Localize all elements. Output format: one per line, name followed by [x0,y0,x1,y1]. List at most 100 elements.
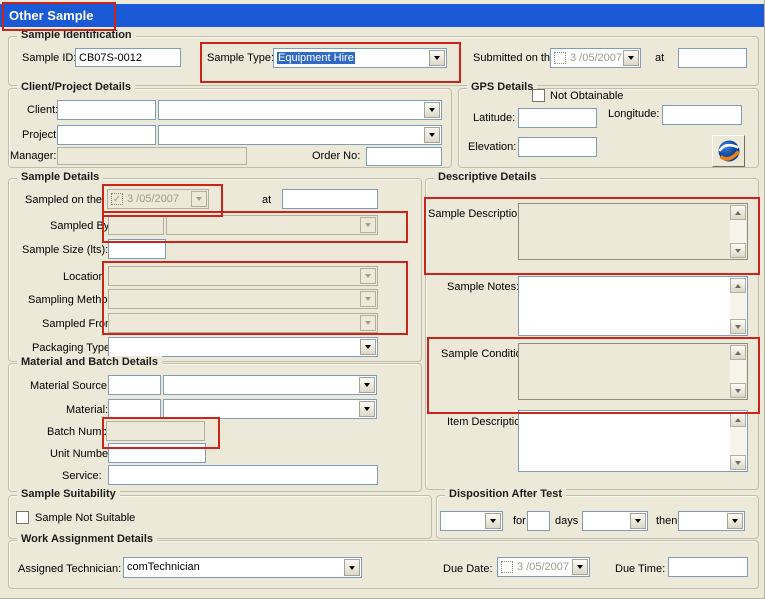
assigned-technician-dropdown[interactable]: comTechnician [123,557,362,578]
latitude-label: Latitude: [473,112,515,124]
unit-number-input[interactable] [108,443,206,463]
sample-condition-textarea [518,343,748,400]
order-no-input[interactable] [366,147,442,166]
elevation-label: Elevation: [468,141,516,153]
submitted-date-picker[interactable]: 3 /05/2007 [550,48,641,68]
material-code-input[interactable] [108,399,161,419]
sample-size-input[interactable] [108,239,166,259]
unit-number-label: Unit Number: [50,448,115,460]
material-dropdown[interactable] [163,399,377,419]
chevron-down-icon[interactable] [344,559,360,576]
sampled-on-date-value: 3 /05/2007 [127,193,179,205]
disposition-period-dropdown[interactable] [582,511,648,531]
longitude-label: Longitude: [608,108,659,120]
sample-not-suitable-label: Sample Not Suitable [35,512,135,524]
project-code-input[interactable] [57,125,156,145]
date-checkbox-icon[interactable] [501,561,513,573]
client-dropdown[interactable] [158,100,442,120]
chevron-down-icon[interactable] [630,513,646,529]
material-source-dropdown[interactable] [163,375,377,395]
scrollbar [730,205,746,258]
sample-id-label: Sample ID: [22,52,76,64]
scrollbar [730,345,746,398]
sample-id-input[interactable] [75,48,181,67]
scroll-down-icon[interactable] [730,319,746,334]
sample-notes-textarea[interactable] [518,276,748,336]
group-legend: Descriptive Details [434,171,540,183]
scroll-down-icon[interactable] [730,383,746,398]
sample-type-label: Sample Type: [207,52,274,64]
scroll-up-icon[interactable] [730,278,746,293]
order-no-label: Order No: [312,150,360,162]
client-code-input[interactable] [57,100,156,120]
chevron-down-icon [191,191,207,207]
disposition-days-label: days [555,515,578,527]
sampled-by-code-field [108,215,164,235]
disposition-action-dropdown[interactable] [440,511,503,531]
scroll-down-icon[interactable] [730,455,746,470]
service-label: Service: [62,470,102,482]
chevron-down-icon[interactable] [359,377,375,393]
chevron-down-icon[interactable] [727,513,743,529]
group-legend: Disposition After Test [445,488,566,500]
gps-locate-button[interactable] [712,135,745,167]
project-dropdown[interactable] [158,125,442,145]
chevron-down-icon[interactable] [424,127,440,143]
sampled-from-dropdown [108,313,378,333]
service-input[interactable] [108,465,378,485]
submitted-at-label: at [655,52,664,64]
packaging-type-dropdown[interactable] [108,337,378,357]
chevron-down-icon[interactable] [572,559,588,575]
elevation-input[interactable] [518,137,597,157]
location-label: Location [63,271,105,283]
chevron-down-icon[interactable] [429,50,445,66]
sample-size-label: Sample Size (lts): [22,244,108,256]
sampled-from-label: Sampled From [42,318,114,330]
sampled-by-dropdown [166,215,378,235]
disposition-then-label: then [656,515,677,527]
due-time-label: Due Time: [615,563,665,575]
chevron-down-icon[interactable] [359,401,375,417]
window-title: Other Sample [9,8,94,23]
scrollbar [730,412,746,470]
material-source-label: Material Source: [30,380,110,392]
submitted-at-input[interactable] [678,48,747,68]
latitude-input[interactable] [518,108,597,128]
scroll-up-icon[interactable] [730,412,746,427]
assigned-technician-value: comTechnician [127,561,342,573]
project-label: Project: [22,129,59,141]
longitude-input[interactable] [662,105,742,125]
scroll-up-icon[interactable] [730,345,746,360]
item-description-textarea[interactable] [518,410,748,472]
group-legend: Sample Suitability [17,488,120,500]
sample-not-suitable-checkbox[interactable] [16,511,29,524]
chevron-down-icon[interactable] [360,339,376,355]
sampled-at-input[interactable] [282,189,378,209]
sampling-method-dropdown [108,289,378,309]
scroll-up-icon[interactable] [730,205,746,220]
material-label: Material: [66,404,108,416]
chevron-down-icon [360,315,376,331]
window-titlebar: Other Sample [0,4,765,27]
sample-type-dropdown[interactable]: Equipment Hire [273,48,447,68]
due-time-input[interactable] [668,557,748,577]
disposition-then-dropdown[interactable] [678,511,745,531]
submitted-date-value: 3 /05/2007 [570,52,622,64]
due-date-picker[interactable]: 3 /05/2007 [497,557,590,577]
scroll-down-icon[interactable] [730,243,746,258]
group-legend: Work Assignment Details [17,533,157,545]
group-legend: Material and Batch Details [17,356,162,368]
material-source-code-input[interactable] [108,375,161,395]
chevron-down-icon[interactable] [424,102,440,118]
chevron-down-icon[interactable] [485,513,501,529]
group-legend: Sample Details [17,171,103,183]
sample-description-label: Sample Description: [428,208,526,220]
chevron-down-icon [360,217,376,233]
not-obtainable-checkbox[interactable] [532,89,545,102]
disposition-days-input[interactable] [527,511,550,531]
group-legend: GPS Details [467,81,537,93]
scrollbar [730,278,746,334]
chevron-down-icon[interactable] [623,50,639,66]
date-checkbox-icon[interactable] [554,52,566,64]
other-sample-window: Other Sample Sample Identification Sampl… [0,0,765,599]
